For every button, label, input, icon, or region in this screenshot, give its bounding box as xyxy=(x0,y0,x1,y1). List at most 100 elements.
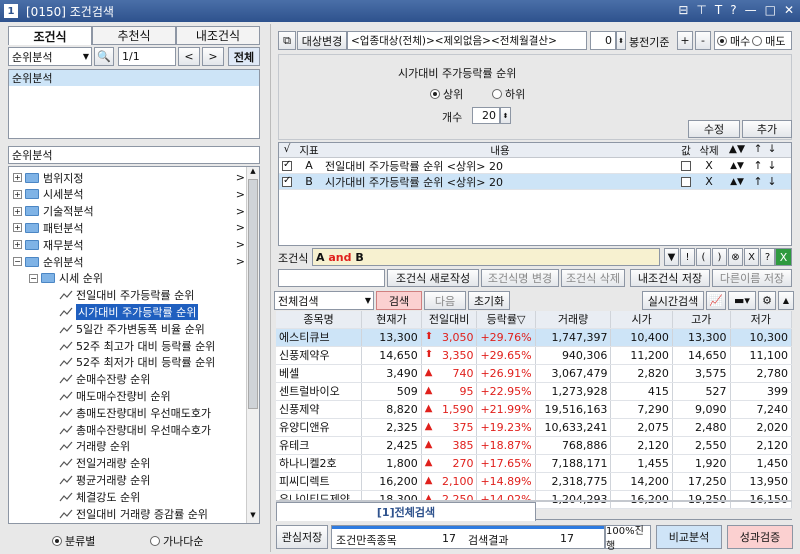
table-row[interactable]: 유양디앤유 2,325 ▲ 375 +19.23% 10,633,241 2,075 2,48… xyxy=(276,418,792,437)
row-up[interactable]: ↑ xyxy=(751,175,765,188)
condition-row[interactable]: B 시가대비 주가등락률 순위 <상위> 20 X▲▼↑↓ xyxy=(279,174,791,190)
pin-icon[interactable]: ⊤ xyxy=(696,3,706,17)
row-delete[interactable]: X xyxy=(695,159,723,172)
save-interest-button[interactable]: 관심저장 xyxy=(276,525,328,549)
table-row[interactable]: 센트럴바이오 509 ▲ 95 +22.95% 1,273,928 415 527 399 xyxy=(276,382,792,401)
minimize-icon[interactable]: — xyxy=(745,3,757,17)
collapse-icon[interactable]: ▲ xyxy=(778,291,794,310)
tab-condition[interactable]: 조건식 xyxy=(8,26,92,45)
row-down[interactable]: ↓ xyxy=(765,159,779,172)
tree-item[interactable]: + 패턴분석 > xyxy=(9,219,247,236)
formula-op-button[interactable]: ( xyxy=(696,248,711,266)
close-icon[interactable]: ✕ xyxy=(784,3,794,17)
grid-header[interactable]: 현재가 xyxy=(361,311,422,329)
prev-page-button[interactable]: < xyxy=(178,47,200,66)
save-as-button[interactable]: 다른이름 저장 xyxy=(712,269,792,287)
stepper-icon[interactable]: ⬍ xyxy=(616,31,626,50)
tree-item[interactable]: 평균거래량 순위 xyxy=(9,471,247,488)
realtime-search-button[interactable]: 실시간검색 xyxy=(642,291,704,310)
row-up[interactable]: ↑ xyxy=(751,159,765,172)
table-row[interactable]: 에스티큐브 13,300 ⬆ 3,050 +29.76% 1,747,397 10,400 1… xyxy=(276,328,792,347)
tab-recommended[interactable]: 추천식 xyxy=(92,26,176,45)
grid-header[interactable]: 고가 xyxy=(672,311,731,329)
font-icon[interactable]: T xyxy=(715,3,722,17)
page-field[interactable]: 1/1 xyxy=(118,47,176,66)
edit-button[interactable]: 수정 xyxy=(688,120,740,138)
verify-button[interactable]: 성과검증 xyxy=(727,525,793,549)
search-icon[interactable]: 🔍 xyxy=(94,47,114,66)
expand-icon[interactable]: + xyxy=(13,173,22,182)
delete-condition-button[interactable]: 조건식 삭제 xyxy=(561,269,625,287)
tree-item[interactable]: 총매도잔량대비 우선매도호가 xyxy=(9,404,247,421)
search-button[interactable]: 검색 xyxy=(376,291,422,310)
tree-item[interactable]: 매도매수잔량비 순위 xyxy=(9,387,247,404)
minus-button[interactable]: - xyxy=(695,31,711,50)
tree-item[interactable]: 체결강도 순위 xyxy=(9,488,247,505)
table-row[interactable]: 피씨디렉트 16,200 ▲ 2,100 +14.89% 2,318,775 14,200 1… xyxy=(276,472,792,491)
gear-icon[interactable]: ⚙ xyxy=(758,291,776,310)
list-item[interactable]: 순위분석 xyxy=(9,70,259,86)
expand-icon[interactable]: + xyxy=(13,189,22,199)
count-field[interactable]: 20 xyxy=(472,107,500,124)
row-move[interactable]: ▲▼ xyxy=(723,177,751,187)
formula-op-button[interactable]: ! xyxy=(680,248,695,266)
tree-item[interactable]: 거래량 순위 xyxy=(9,438,247,455)
row-move[interactable]: ▲▼ xyxy=(723,161,751,171)
tree-item[interactable]: 전일대비 주가등락률 순위 xyxy=(9,287,247,304)
tree-item[interactable]: 순매수잔량 순위 xyxy=(9,371,247,388)
all-button[interactable]: 전체 xyxy=(228,47,260,66)
window-icon[interactable]: ⧉ xyxy=(278,31,296,50)
compare-button[interactable]: 비교분석 xyxy=(656,525,722,549)
tree-item[interactable]: 52주 최고가 대비 등락률 순위 xyxy=(9,337,247,354)
target-change-button[interactable]: 대상변경 xyxy=(297,31,347,50)
maximize-icon[interactable]: □ xyxy=(765,3,776,17)
tree-scrollbar[interactable]: ▲ ▼ xyxy=(246,167,259,523)
category-select[interactable]: 순위분석 ▼ xyxy=(8,47,92,66)
tab-my-condition[interactable]: 내조건식 xyxy=(176,26,260,45)
layout-icon[interactable]: ⊟ xyxy=(678,3,688,17)
formula-op-button[interactable]: ▼ xyxy=(664,248,679,266)
excel-icon[interactable]: X xyxy=(775,248,792,266)
scroll-down-icon[interactable]: ▼ xyxy=(247,511,259,523)
new-condition-button[interactable]: 조건식 새로작성 xyxy=(387,269,479,287)
tree-item[interactable]: − 시세 순위 xyxy=(9,270,247,287)
grid-header[interactable]: 전일대비 xyxy=(421,311,478,329)
table-row[interactable]: 베셀 3,490 ▲ 740 +26.91% 3,067,479 2,820 3,575 2,7… xyxy=(276,364,792,383)
condition-row[interactable]: A 전일대비 주가등락률 순위 <상위> 20 X▲▼↑↓ xyxy=(279,158,791,174)
help-icon[interactable]: ? xyxy=(730,3,736,17)
count-stepper-icon[interactable]: ⬍ xyxy=(500,107,511,124)
formula-field[interactable]: A and B xyxy=(312,248,660,266)
table-row[interactable]: 신풍제약 8,820 ▲ 1,590 +21.99% 19,516,163 7,290 9,0… xyxy=(276,400,792,419)
formula-op-button[interactable]: ) xyxy=(712,248,727,266)
tree-item[interactable]: 전일대비 거래량 증감률 순위 xyxy=(9,505,247,522)
formula-op-button[interactable]: ? xyxy=(760,248,775,266)
table-row[interactable]: 신풍제약우 14,650 ⬆ 3,350 +29.65% 940,306 11,200 14,… xyxy=(276,346,792,365)
formula-op-button[interactable]: X xyxy=(744,248,759,266)
radio-buy[interactable]: 매수 xyxy=(717,33,750,49)
radio-by-category[interactable]: 분류별 xyxy=(52,533,95,549)
grid-header[interactable]: 거래량 xyxy=(535,311,612,329)
row-delete[interactable]: X xyxy=(695,175,723,188)
tree-item[interactable]: 시가대비 주가등락률 순위 xyxy=(9,303,247,320)
bong-count[interactable]: 0 xyxy=(590,31,616,50)
expand-icon[interactable]: − xyxy=(13,257,22,266)
tree-item[interactable]: + 기술적분석 > xyxy=(9,203,247,220)
tab-result-all[interactable]: [1]전체검색 xyxy=(276,502,536,521)
row-down[interactable]: ↓ xyxy=(765,175,779,188)
value-checkbox[interactable] xyxy=(681,176,691,187)
radio-upper[interactable]: 상위 xyxy=(430,86,463,102)
menu-icon[interactable]: ▬▾ xyxy=(728,291,756,310)
plus-button[interactable]: + xyxy=(677,31,693,50)
scroll-up-icon[interactable]: ▲ xyxy=(247,167,259,179)
row-checkbox[interactable] xyxy=(282,175,292,187)
tree-item[interactable]: 52주 최저가 대비 등락률 순위 xyxy=(9,354,247,371)
expand-icon[interactable]: − xyxy=(29,273,38,283)
next-button[interactable]: 다음 xyxy=(424,291,466,310)
grid-header[interactable]: 종목명 xyxy=(276,311,363,329)
radio-sell[interactable]: 매도 xyxy=(752,33,786,49)
condition-name-field[interactable] xyxy=(278,269,385,287)
chart-icon[interactable]: 📈 xyxy=(706,291,726,310)
tree-item[interactable]: 총매수잔량대비 우선매수호가 xyxy=(9,421,247,438)
table-row[interactable]: 하나니켈2호 1,800 ▲ 270 +17.65% 7,188,171 1,455 1,92… xyxy=(276,454,792,473)
tree-item[interactable]: 전일거래량 순위 xyxy=(9,455,247,472)
